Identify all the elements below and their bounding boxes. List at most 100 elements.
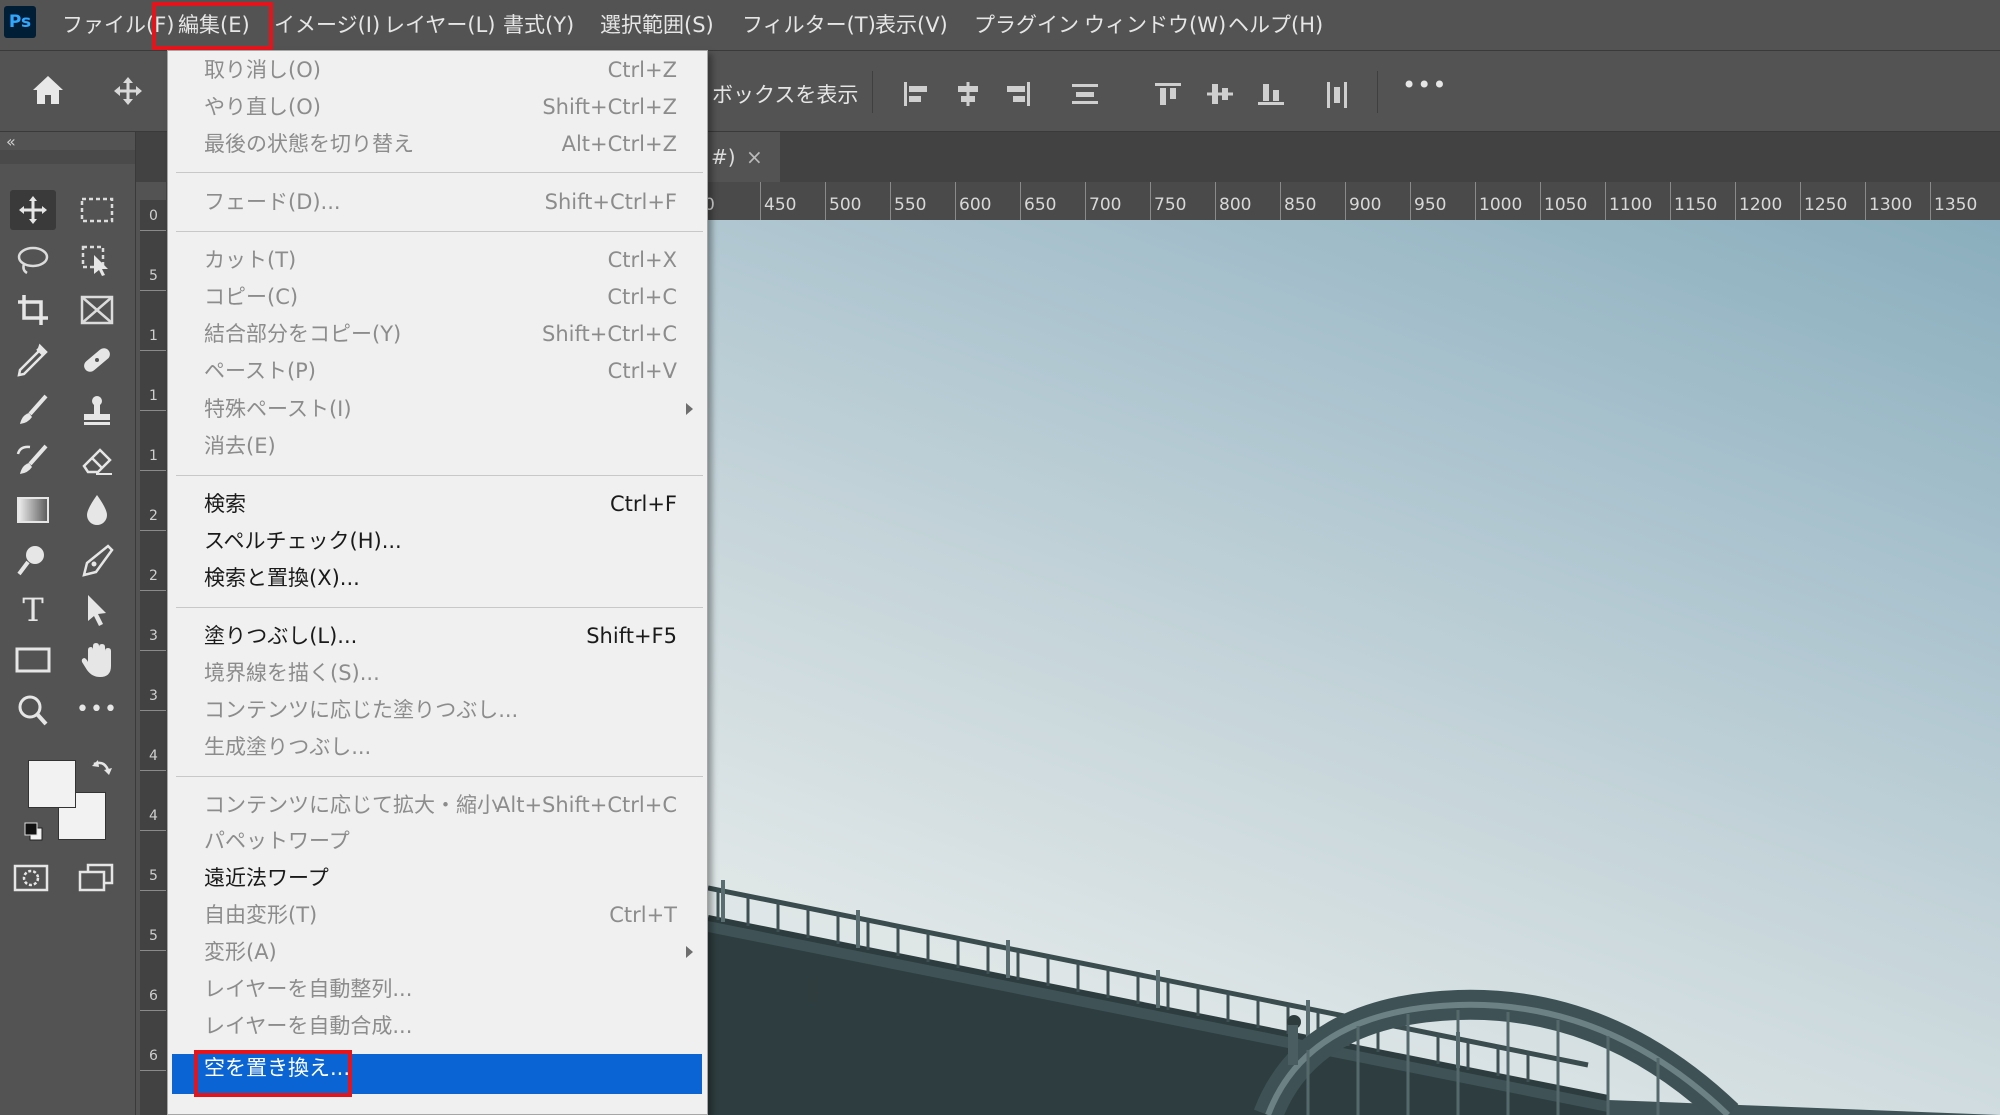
ruler-tick xyxy=(140,530,166,531)
ruler-label: 850 xyxy=(1284,195,1317,215)
ruler-label: 750 xyxy=(1154,195,1187,215)
edit-menu-dropdown: 取り消し(O) Ctrl+Z やり直し(O) Shift+Ctrl+Z 最後の状態を切り… xyxy=(167,50,708,1115)
close-tab-icon[interactable]: × xyxy=(746,145,763,169)
align-top-icon[interactable] xyxy=(1154,81,1182,107)
menu-item-perspective-warp[interactable]: 遠近法ワープ xyxy=(168,861,707,897)
menu-item-label: 空を置き換え... xyxy=(204,1056,351,1080)
ruler-label: 4 xyxy=(149,808,158,824)
menu-item-spell-check[interactable]: スペルチェック(H)... xyxy=(168,524,707,560)
align-right-icon[interactable] xyxy=(1004,81,1032,107)
rectangle-icon[interactable] xyxy=(10,640,56,680)
healing-brush-icon[interactable] xyxy=(74,340,120,380)
menu-item-label: 取り消し(O) xyxy=(204,58,321,82)
home-icon[interactable] xyxy=(30,73,66,107)
history-brush-icon[interactable] xyxy=(10,440,56,480)
menu-view[interactable]: 表示(V) xyxy=(875,8,948,42)
distribute-vertical-icon[interactable] xyxy=(1070,81,1100,107)
menu-type[interactable]: 書式(Y) xyxy=(503,8,574,42)
submenu-arrow-icon xyxy=(686,403,693,415)
menu-filter[interactable]: フィルター(T) xyxy=(742,8,876,42)
ruler-label: 2 xyxy=(149,568,158,584)
ruler-tick xyxy=(1345,182,1346,220)
gradient-icon[interactable] xyxy=(10,490,56,530)
dodge-icon[interactable] xyxy=(10,540,56,580)
menu-item-fill[interactable]: 塗りつぶし(L)... Shift+F5 xyxy=(168,619,707,655)
menu-separator xyxy=(176,231,703,232)
menu-item-shortcut: Ctrl+F xyxy=(609,492,677,516)
align-left-icon[interactable] xyxy=(902,81,930,107)
menu-item-find-replace[interactable]: 検索と置換(X)... xyxy=(168,561,707,597)
stamp-icon[interactable] xyxy=(74,390,120,430)
lasso-icon[interactable] xyxy=(10,240,56,280)
ruler-label: 1000 xyxy=(1479,195,1523,215)
pen-icon[interactable] xyxy=(74,540,120,580)
type-icon[interactable]: T xyxy=(10,590,56,630)
menu-item-copy: コピー(C) Ctrl+C xyxy=(168,280,707,316)
menu-item-label: レイヤーを自動整列... xyxy=(204,977,413,1001)
menu-item-shortcut: Alt+Ctrl+Z xyxy=(561,132,677,156)
menu-item-find[interactable]: 検索 Ctrl+F xyxy=(168,487,707,523)
menu-item-stroke: 境界線を描く(S)... xyxy=(168,656,707,692)
more-tools-icon[interactable]: ••• xyxy=(74,690,120,730)
document-canvas[interactable] xyxy=(708,220,2000,1115)
object-select-icon[interactable] xyxy=(74,240,120,280)
eraser-icon[interactable] xyxy=(74,440,120,480)
marquee-icon[interactable] xyxy=(74,190,120,230)
ruler-label: 700 xyxy=(1089,195,1122,215)
menu-item-shortcut: Shift+Ctrl+F xyxy=(544,190,677,214)
menu-item-shortcut: Ctrl+X xyxy=(607,248,677,272)
ruler-tick xyxy=(140,890,166,891)
brush-icon[interactable] xyxy=(10,390,56,430)
quick-mask-icon[interactable] xyxy=(12,862,50,894)
menu-image[interactable]: イメージ(I) xyxy=(274,8,380,42)
align-hcenter-icon[interactable] xyxy=(954,81,982,107)
ruler-tick xyxy=(140,830,166,831)
document-tab-label: #) xyxy=(711,145,736,169)
menu-help[interactable]: ヘルプ(H) xyxy=(1228,8,1323,42)
menu-select[interactable]: 選択範囲(S) xyxy=(600,8,714,42)
crop-icon[interactable] xyxy=(10,290,56,330)
move-tool-preset-icon[interactable] xyxy=(112,75,144,107)
zoom-icon[interactable] xyxy=(10,690,56,730)
ruler-label: 4 xyxy=(149,748,158,764)
menu-item-clear: 消去(E) xyxy=(168,429,707,465)
menu-layer[interactable]: レイヤー(L) xyxy=(384,8,495,42)
distribute-horizontal-icon[interactable] xyxy=(1324,81,1350,109)
menu-item-label: 最後の状態を切り替え xyxy=(204,132,414,156)
hand-icon[interactable] xyxy=(74,640,120,680)
ruler-label: 5 xyxy=(149,928,158,944)
ruler-tick xyxy=(140,1010,166,1011)
eyedropper-icon[interactable] xyxy=(10,340,56,380)
path-select-icon[interactable] xyxy=(74,590,120,630)
menu-item-label: フェード(D)... xyxy=(204,190,341,214)
menu-item-label: 塗りつぶし(L)... xyxy=(204,624,358,648)
more-options-button[interactable]: ••• xyxy=(1402,71,1447,99)
menu-item-label: パペットワープ xyxy=(204,829,350,853)
ruler-tick xyxy=(890,182,891,220)
ruler-tick xyxy=(1800,182,1801,220)
collapse-panel-icon[interactable]: « xyxy=(6,132,16,151)
menu-item-puppet-warp: パペットワープ xyxy=(168,824,707,860)
swap-colors-icon[interactable] xyxy=(90,756,114,780)
ruler-label: 6 xyxy=(149,1048,158,1064)
show-transform-controls-label[interactable]: ボックスを表示 xyxy=(712,79,858,109)
menu-item-label: コンテンツに応じた塗りつぶし... xyxy=(204,698,519,722)
default-colors-icon[interactable] xyxy=(22,820,46,844)
menu-plugins[interactable]: プラグイン xyxy=(974,8,1079,42)
align-vcenter-icon[interactable] xyxy=(1206,81,1234,107)
menu-window[interactable]: ウィンドウ(W) xyxy=(1084,8,1226,42)
ruler-label: 450 xyxy=(764,195,797,215)
move-icon[interactable] xyxy=(10,190,56,230)
menu-item-shortcut: Shift+Ctrl+Z xyxy=(542,95,677,119)
align-bottom-icon[interactable] xyxy=(1257,81,1285,107)
foreground-color-swatch[interactable] xyxy=(28,760,76,808)
submenu-arrow-icon xyxy=(686,946,693,958)
tools-panel-grip[interactable] xyxy=(0,150,135,164)
blur-icon[interactable] xyxy=(74,490,120,530)
ruler-tick xyxy=(140,710,166,711)
screen-mode-icon[interactable] xyxy=(76,862,116,894)
menu-item-sky-replacement[interactable]: 空を置き換え... xyxy=(168,1051,707,1087)
photoshop-logo: Ps xyxy=(4,6,36,38)
menu-item-label: コピー(C) xyxy=(204,285,299,309)
frame-icon[interactable] xyxy=(74,290,120,330)
